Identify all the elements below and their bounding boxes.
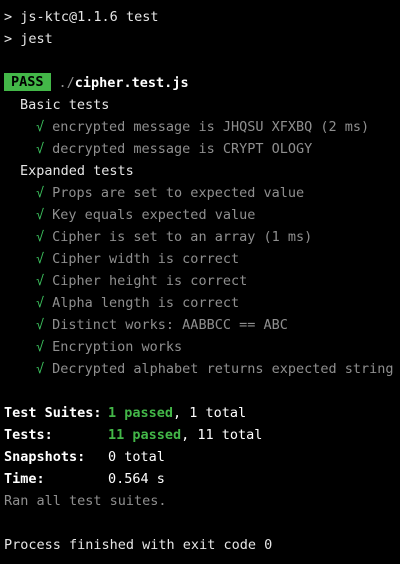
test-result-row: √ Cipher height is correct [0,270,400,292]
test-result-row: √ encrypted message is JHQSU XFXBQ (2 ms) [0,116,400,138]
test-name: encrypted message is JHQSU XFXBQ (2 ms) [52,119,370,135]
check-icon: √ [36,339,45,355]
summary-total: , 1 total [173,405,247,421]
test-name: Cipher width is correct [52,251,240,267]
command-line-2: > jest [0,28,400,50]
check-icon: √ [36,251,45,267]
test-result-row: √ Cipher is set to an array (1 ms) [0,226,400,248]
command-text: jest [20,31,53,47]
summary-tests: Tests: 11 passed, 11 total [0,424,400,446]
test-result-row: √ Decrypted alphabet returns expected str… [0,358,400,380]
test-result-row: √ Encryption works [0,336,400,358]
test-result-row: √ Key equals expected value [0,204,400,226]
command-text: js-ktc@1.1.6 test [20,9,159,25]
summary-label: Test Suites: [4,405,102,421]
test-result-row: √ Distinct works: AABBCC == ABC [0,314,400,336]
test-result-row: √ decrypted message is CRYPT OLOGY [0,138,400,160]
test-file-dir: ./ [58,75,75,91]
test-name: Distinct works: AABBCC == ABC [52,317,288,333]
test-result-row: √ Cipher width is correct [0,248,400,270]
summary-value: 0 total [108,449,165,465]
test-name: Encryption works [52,339,183,355]
exit-message: Process finished with exit code 0 [4,537,273,553]
summary-passed: 11 passed [108,427,182,443]
test-name: Key equals expected value [52,207,256,223]
test-name: Cipher is set to an array (1 ms) [52,229,313,245]
suite-heading: Expanded tests [20,163,134,179]
command-line-1: > js-ktc@1.1.6 test [0,6,400,28]
summary-label: Snapshots: [4,449,86,465]
terminal-output: > js-ktc@1.1.6 test > jest PASS ./cipher.… [0,0,400,564]
check-icon: √ [36,361,45,377]
test-name: Decrypted alphabet returns expected stri… [52,361,394,377]
check-icon: √ [36,295,45,311]
summary-snapshots: Snapshots: 0 total [0,446,400,468]
summary-label: Tests: [4,427,53,443]
summary-passed: 1 passed [108,405,174,421]
suite-heading: Basic tests [20,97,110,113]
check-icon: √ [36,207,45,223]
check-icon: √ [36,185,45,201]
test-name: Props are set to expected value [52,185,305,201]
test-name: Cipher height is correct [52,273,248,289]
test-result-row: √ Alpha length is correct [0,292,400,314]
summary-time: Time: 0.564 s [0,468,400,490]
pass-badge: PASS [4,73,51,91]
summary-label: Time: [4,471,45,487]
check-icon: √ [36,141,45,157]
summary-suites: Test Suites: 1 passed, 1 total [0,402,400,424]
summary-total: , 11 total [181,427,263,443]
check-icon: √ [36,273,45,289]
prompt-symbol: > [4,9,13,25]
check-icon: √ [36,229,45,245]
ran-all-message: Ran all test suites. [4,493,167,509]
test-file-name: cipher.test.js [74,75,189,91]
test-name: decrypted message is CRYPT OLOGY [52,141,313,157]
test-name: Alpha length is correct [52,295,240,311]
prompt-symbol: > [4,31,13,47]
check-icon: √ [36,119,45,135]
check-icon: √ [36,317,45,333]
test-result-row: √ Props are set to expected value [0,182,400,204]
summary-value: 0.564 s [108,471,165,487]
test-file-result: PASS ./cipher.test.js [0,72,400,94]
